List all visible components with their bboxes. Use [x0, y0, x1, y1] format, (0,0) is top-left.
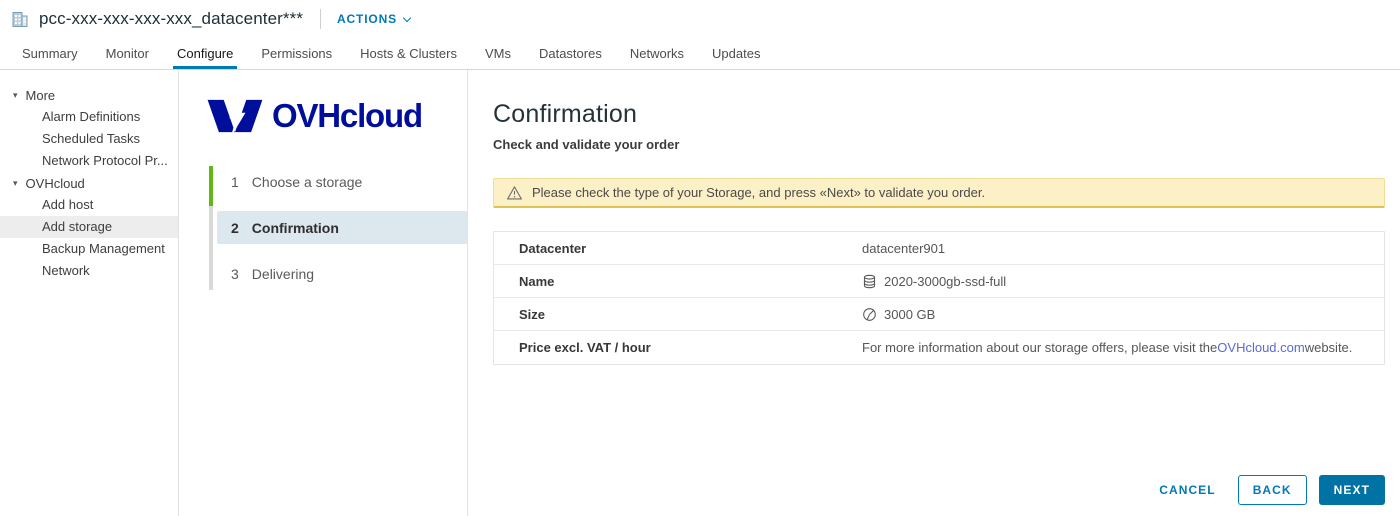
wizard-step-2[interactable]: 2 Confirmation: [217, 211, 467, 244]
sidebar-item-network-protocol[interactable]: Network Protocol Pr...: [0, 150, 178, 172]
storage-size-value: 3000 GB: [884, 307, 935, 322]
ovhcloud-com-link[interactable]: OVHcloud.com: [1217, 340, 1304, 355]
tab-datastores[interactable]: Datastores: [525, 38, 616, 69]
object-tabbar: Summary Monitor Configure Permissions Ho…: [0, 38, 1400, 70]
object-header: pcc-xxx-xxx-xxx-xxx_datacenter*** ACTION…: [0, 0, 1400, 38]
content-body: ▾ More Alarm Definitions Scheduled Tasks…: [0, 70, 1400, 516]
step-number: 1: [231, 174, 239, 190]
actions-label: ACTIONS: [337, 12, 397, 26]
warning-banner: Please check the type of your Storage, a…: [493, 178, 1385, 208]
sidebar-group-label: More: [26, 88, 56, 103]
step-subtitle: Check and validate your order: [493, 137, 1385, 152]
tab-hosts-clusters[interactable]: Hosts & Clusters: [346, 38, 471, 69]
sidebar-item-alarm-definitions[interactable]: Alarm Definitions: [0, 106, 178, 128]
sidebar-item-add-storage[interactable]: Add storage: [0, 216, 178, 238]
tab-vms[interactable]: VMs: [471, 38, 525, 69]
ovhcloud-logo: OVHcloud: [206, 94, 422, 138]
datacenter-value: datacenter901: [862, 241, 945, 256]
tab-networks[interactable]: Networks: [616, 38, 698, 69]
tab-monitor[interactable]: Monitor: [92, 38, 163, 69]
row-label: Size: [494, 307, 862, 322]
sidebar-item-scheduled-tasks[interactable]: Scheduled Tasks: [0, 128, 178, 150]
row-value: 3000 GB: [862, 307, 935, 322]
ovhcloud-logo-icon: [206, 94, 264, 138]
step-title: Confirmation: [493, 100, 1385, 129]
chevron-down-icon: [403, 13, 411, 21]
sidebar-item-network[interactable]: Network: [0, 260, 178, 282]
row-label: Datacenter: [494, 241, 862, 256]
warning-text: Please check the type of your Storage, a…: [532, 185, 985, 200]
row-value: 2020-3000gb-ssd-full: [862, 274, 1006, 289]
sidebar-group-ovhcloud[interactable]: ▾ OVHcloud: [0, 172, 178, 194]
actions-button[interactable]: ACTIONS: [337, 12, 410, 26]
step-track-done: [209, 166, 213, 206]
disk-usage-icon: [862, 307, 877, 322]
step-label: Delivering: [252, 266, 314, 282]
sidebar-group-label: OVHcloud: [26, 176, 85, 191]
sidebar-item-add-host[interactable]: Add host: [0, 194, 178, 216]
step-label: Choose a storage: [252, 174, 363, 190]
wizard-panel: OVHcloud 1 Choose a storage 2 Confirmati…: [179, 70, 468, 516]
wizard-step-3[interactable]: 3 Delivering: [217, 257, 467, 290]
storage-name-value: 2020-3000gb-ssd-full: [884, 274, 1006, 289]
wizard-footer: CANCEL BACK NEXT: [493, 475, 1385, 505]
configure-sidebar: ▾ More Alarm Definitions Scheduled Tasks…: [0, 70, 179, 516]
tab-summary[interactable]: Summary: [8, 38, 92, 69]
order-summary-table: Datacenter datacenter901 Name 2020-3000g…: [493, 231, 1385, 365]
wizard-step-1[interactable]: 1 Choose a storage: [217, 165, 467, 198]
ovhcloud-logo-text: OVHcloud: [272, 97, 422, 135]
table-row-name: Name 2020-3000gb-ssd-full: [494, 265, 1384, 298]
database-icon: [862, 274, 877, 289]
back-button[interactable]: BACK: [1238, 475, 1307, 505]
table-row-size: Size 3000 GB: [494, 298, 1384, 331]
step-number: 2: [231, 220, 239, 236]
collapse-caret-icon: ▾: [13, 178, 18, 189]
cancel-button[interactable]: CANCEL: [1151, 475, 1223, 505]
sidebar-item-backup-management[interactable]: Backup Management: [0, 238, 178, 260]
row-label: Name: [494, 274, 862, 289]
step-number: 3: [231, 266, 239, 282]
price-note-prefix: For more information about our storage o…: [862, 340, 1217, 355]
tab-updates[interactable]: Updates: [698, 38, 774, 69]
page-title: pcc-xxx-xxx-xxx-xxx_datacenter***: [39, 9, 303, 29]
sidebar-group-more[interactable]: ▾ More: [0, 84, 178, 106]
row-value: For more information about our storage o…: [862, 340, 1352, 355]
price-note-suffix: website.: [1305, 340, 1353, 355]
next-button[interactable]: NEXT: [1319, 475, 1385, 505]
header-divider: [320, 9, 321, 29]
table-row-price: Price excl. VAT / hour For more informat…: [494, 331, 1384, 364]
collapse-caret-icon: ▾: [13, 90, 18, 101]
warning-triangle-icon: [506, 185, 523, 201]
tab-permissions[interactable]: Permissions: [247, 38, 346, 69]
row-value: datacenter901: [862, 241, 945, 256]
table-row-datacenter: Datacenter datacenter901: [494, 232, 1384, 265]
confirmation-panel: Confirmation Check and validate your ord…: [468, 70, 1400, 516]
datacenter-building-icon: [10, 9, 30, 29]
row-label: Price excl. VAT / hour: [494, 340, 862, 355]
step-label: Confirmation: [252, 220, 339, 236]
tab-configure[interactable]: Configure: [163, 38, 247, 69]
wizard-steps: 1 Choose a storage 2 Confirmation 3 Deli…: [209, 165, 467, 303]
